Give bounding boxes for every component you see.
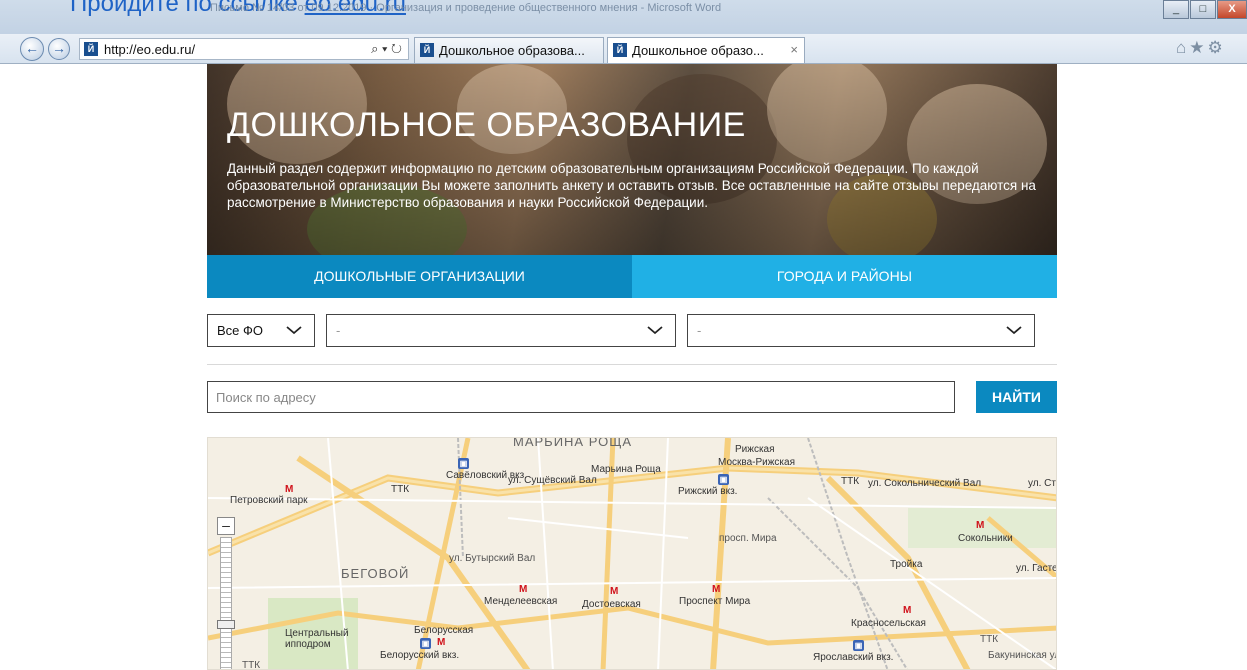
metro-icon: M (519, 584, 528, 595)
metro-icon: M (903, 605, 912, 616)
map-label: БЕГОВОЙ (341, 566, 410, 581)
map-label: Бакунинская ул. (988, 650, 1057, 661)
address-search-input[interactable] (207, 381, 955, 413)
metro-icon: M (437, 637, 446, 648)
region-select[interactable]: - (326, 314, 676, 347)
address-bar[interactable]: Й http://eo.edu.ru/ ⌕ ▾ ↻ (79, 38, 409, 60)
tab-title: Дошкольное образова... (439, 43, 585, 58)
chevron-down-icon (647, 326, 663, 335)
minimize-button[interactable]: _ (1163, 0, 1189, 19)
back-arrow-icon: ← (25, 40, 39, 56)
map-label: Красносельская (851, 618, 926, 629)
map-label: Проспект Мира (679, 596, 751, 607)
map-label: Марьина Роща (591, 464, 661, 475)
map-label: ул. Сущёвский Вал (508, 475, 597, 486)
map-label: Белорусская (414, 625, 474, 636)
page-title: ДОШКОЛЬНОЕ ОБРАЗОВАНИЕ (227, 106, 746, 144)
map-label: Рижский вкз. (678, 486, 738, 497)
map-label: Менделеевская (484, 596, 558, 607)
browser-tab-2[interactable]: Й Дошкольное образо... × (607, 37, 805, 63)
tab-organizations[interactable]: Дошкольные организации (207, 255, 632, 298)
address-tools-icon[interactable]: ⌕ ▾ ↻ (371, 41, 402, 57)
tab-title: Дошкольное образо... (632, 43, 764, 58)
fo-select[interactable]: Все ФО (207, 314, 315, 347)
search-button[interactable]: Найти (976, 381, 1057, 413)
forward-button[interactable]: → (48, 38, 70, 60)
tab-cities[interactable]: Города и районы (632, 255, 1057, 298)
map-label: просп. Мира (719, 533, 777, 544)
background-document-strip: Пройдите по ссылке eo.edu.ru Письмо № 14… (0, 0, 1247, 34)
train-station-icon: ▣ (420, 638, 431, 649)
metro-icon: M (285, 484, 294, 495)
map-label: МАРЬИНА РОЩА (513, 437, 633, 449)
map-label: ул. Бутырский Вал (449, 553, 536, 564)
zoom-slider-track[interactable] (220, 537, 232, 669)
map-zoom-control[interactable]: – (217, 517, 235, 669)
map-label: ул. Ст (1028, 478, 1056, 489)
map-label: Достоевская (582, 599, 641, 610)
maximize-button[interactable]: □ (1190, 0, 1216, 19)
browser-right-icons[interactable]: ⌂★⚙ (1176, 38, 1226, 58)
close-button[interactable]: X (1217, 0, 1247, 19)
fo-select-value: Все ФО (217, 323, 264, 338)
train-station-icon: ▣ (718, 474, 729, 485)
tab-favicon-icon: Й (420, 43, 434, 57)
district-select[interactable]: - (687, 314, 1035, 347)
document-title: Письмо № 14/03 от 09.12.2019 · Организац… (210, 2, 722, 14)
hero-banner: ДОШКОЛЬНОЕ ОБРАЗОВАНИЕ Данный раздел сод… (207, 64, 1057, 255)
section-tabs: Дошкольные организации Города и районы (207, 255, 1057, 298)
map-label: Ярославский вкз. (813, 652, 894, 663)
zoom-slider-handle[interactable] (217, 620, 235, 629)
metro-icon: M (976, 520, 985, 531)
map-label: Сокольники (958, 533, 1013, 544)
train-station-icon: ▣ (458, 458, 469, 469)
map-view[interactable]: МАРЬИНА РОЩА ▣ Савёловский вкз. Марьина … (207, 437, 1057, 670)
map-label: ТТК (242, 660, 261, 670)
map-label: ТТК (841, 476, 860, 487)
map-label: Белорусский вкз. (380, 650, 460, 661)
map-label: Петровский парк (230, 495, 308, 506)
back-button[interactable]: ← (20, 37, 44, 61)
page-description: Данный раздел содержит информацию по дет… (227, 161, 1036, 210)
chevron-down-icon (1006, 326, 1022, 335)
region-select-value: - (336, 323, 341, 338)
metro-icon: M (712, 584, 721, 595)
window-controls: _ □ X (1163, 0, 1247, 20)
map-label: ТТК (391, 484, 410, 495)
browser-tab-1[interactable]: Й Дошкольное образова... (414, 37, 604, 63)
tab-favicon-icon: Й (613, 43, 627, 57)
train-station-icon: ▣ (853, 640, 864, 651)
map-label: Центральный ипподром (285, 628, 349, 650)
browser-toolbar: ← → Й http://eo.edu.ru/ ⌕ ▾ ↻ Й Дошкольн… (0, 34, 1247, 64)
district-select-value: - (697, 323, 702, 338)
zoom-out-button[interactable]: – (217, 517, 235, 535)
map-label: ул. Гастелло (1016, 563, 1057, 574)
metro-icon: M (610, 586, 619, 597)
forward-arrow-icon: → (52, 40, 66, 56)
map-label: Рижская (735, 444, 775, 455)
site-favicon-icon: Й (84, 42, 98, 56)
map-label: Тройка (890, 559, 923, 570)
address-url[interactable]: http://eo.edu.ru/ (104, 42, 195, 57)
map-label: ТТК (980, 634, 999, 645)
tab-close-icon[interactable]: × (790, 42, 798, 57)
filter-divider (207, 364, 1057, 365)
map-label: ул. Сокольнический Вал (868, 478, 982, 489)
map-label: Москва-Рижская (718, 457, 795, 468)
chevron-down-icon (286, 326, 302, 335)
